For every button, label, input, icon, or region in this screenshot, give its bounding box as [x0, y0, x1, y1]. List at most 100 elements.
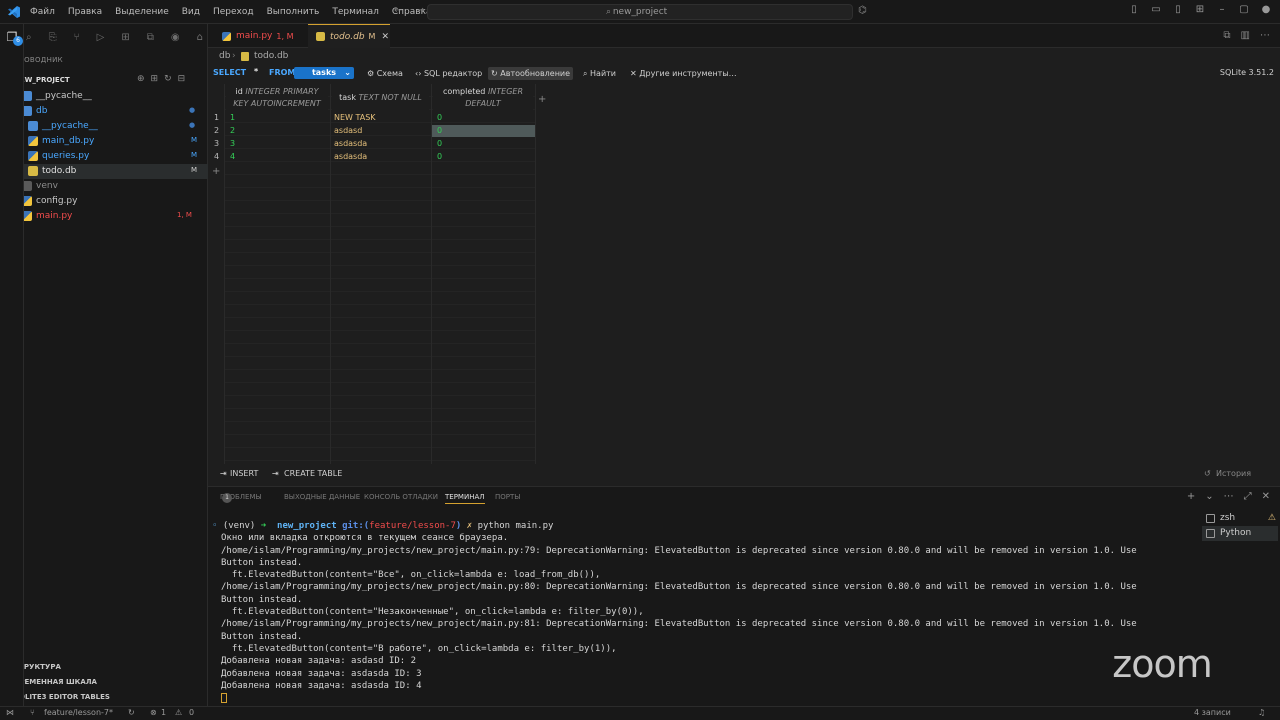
database-icon[interactable]: ◉	[171, 32, 180, 43]
project-root[interactable]: ⌄ NEW_PROJECT ⊕ ⊞ ↻ ⊟	[0, 74, 208, 88]
close-window-icon[interactable]: ●	[1260, 4, 1272, 16]
tab-todo-db[interactable]: todo.db M ✕	[308, 24, 390, 48]
cell-task[interactable]: asdasd	[332, 125, 429, 137]
search-view-icon[interactable]: ⌕	[26, 32, 32, 43]
cell-id[interactable]: 4	[228, 151, 328, 163]
cell-id[interactable]: 3	[228, 138, 328, 150]
new-file-icon[interactable]: ⊕	[137, 74, 145, 84]
grid-divider	[330, 84, 331, 464]
layout-custom-icon[interactable]: ⊞	[1194, 4, 1206, 16]
sql-editor-button[interactable]: ‹› SQL редактор	[412, 67, 485, 80]
source-control-icon[interactable]: ⑂	[74, 32, 80, 43]
tree-item-pycache[interactable]: › __pycache__	[0, 89, 208, 104]
create-table-button[interactable]: CREATE TABLE	[284, 469, 342, 478]
insert-icon[interactable]: ⇥	[220, 469, 227, 478]
tab-output[interactable]: ВЫХОДНЫЕ ДАННЫЕ	[284, 493, 360, 501]
sync-icon[interactable]: ↻	[128, 708, 135, 717]
outline-section[interactable]: СТРУКТУРА	[0, 660, 208, 675]
menu-go[interactable]: Переход	[213, 7, 254, 17]
terminal-item-python[interactable]: Python	[1202, 526, 1278, 541]
tab-debug-console[interactable]: КОНСОЛЬ ОТЛАДКИ	[364, 493, 438, 501]
tab-main-py[interactable]: main.py 1, M	[214, 24, 308, 48]
sqlite-tables-section[interactable]: SQLITE3 EDITOR TABLES	[0, 690, 208, 705]
close-panel-icon[interactable]: ✕	[1262, 491, 1270, 502]
add-column-button[interactable]: +	[538, 94, 546, 105]
more-actions-icon[interactable]: ⋯	[1260, 30, 1270, 41]
tab-ports[interactable]: ПОРТЫ	[495, 493, 520, 501]
terminal-output[interactable]: ◦ (venv) ➜ new_project git:(feature/less…	[212, 520, 1184, 710]
branch-name[interactable]: feature/lesson-7*	[44, 708, 113, 717]
find-button[interactable]: ⌕ Найти	[580, 67, 619, 80]
command-center-search[interactable]: ⌕ new_project	[427, 4, 853, 20]
other-tools-button[interactable]: ✕ Другие инструменты…	[627, 67, 740, 80]
breadcrumb-folder[interactable]: db	[219, 51, 230, 61]
tab-terminal[interactable]: ТЕРМИНАЛ	[445, 493, 485, 504]
compare-icon[interactable]: ⧉	[1223, 30, 1230, 41]
tree-item-db[interactable]: ⌄ db ●	[0, 104, 208, 119]
layout-secondary-icon[interactable]: ▯	[1172, 4, 1184, 16]
tree-item-todo-db[interactable]: todo.db M	[0, 164, 208, 179]
cell-completed-selected[interactable]: 0	[432, 125, 535, 137]
tree-item-db-pycache[interactable]: › __pycache__ ●	[0, 119, 208, 134]
new-folder-icon[interactable]: ⊞	[151, 74, 159, 84]
copilot-icon[interactable]: ⌬	[858, 5, 867, 16]
remote-icon[interactable]: ⧉	[147, 32, 154, 43]
restore-icon[interactable]: ▢	[1238, 4, 1250, 16]
auto-refresh-button[interactable]: ↻ Автообновление	[488, 67, 574, 80]
notifications-icon[interactable]: ♫	[1258, 708, 1265, 717]
menu-file[interactable]: Файл	[30, 7, 55, 17]
refresh-icon[interactable]: ↻	[164, 74, 172, 84]
create-table-icon[interactable]: ⇥	[272, 469, 279, 478]
cell-task[interactable]: asdasda	[332, 151, 429, 163]
run-debug-icon[interactable]: ▷	[97, 32, 105, 43]
layout-sidebar-icon[interactable]: ▯	[1128, 4, 1140, 16]
cell-completed[interactable]: 0	[435, 112, 533, 124]
select-columns[interactable]: *	[254, 67, 258, 76]
split-editor-icon[interactable]: ▥	[1241, 30, 1250, 41]
terminal-item-zsh[interactable]: zsh ⚠	[1202, 511, 1278, 526]
tree-item-main[interactable]: main.py 1, M	[0, 209, 208, 224]
maximize-panel-icon[interactable]: ⤢	[1244, 491, 1252, 502]
table-select[interactable]: tasks ⌄	[294, 67, 354, 79]
error-count[interactable]: 1	[161, 708, 166, 717]
cell-id[interactable]: 1	[228, 112, 328, 124]
timeline-section[interactable]: ВРЕМЕННАЯ ШКАЛА	[0, 675, 208, 690]
python-icon[interactable]: ⌂	[197, 32, 203, 43]
insert-button[interactable]: INSERT	[230, 469, 258, 478]
chevron-down-icon[interactable]: ⌄	[1205, 491, 1213, 502]
extensions-icon[interactable]: ⊞	[121, 32, 129, 43]
sidebar-toolbar: ⌕ ⎘ ⑂ ▷ ⊞ ⧉ ◉ ⌂	[24, 28, 208, 46]
terminal-line: Button instead.	[221, 557, 303, 568]
cell-id[interactable]: 2	[228, 125, 328, 137]
close-tab-icon[interactable]: ✕	[381, 32, 389, 42]
menu-edit[interactable]: Правка	[68, 7, 102, 17]
cell-completed[interactable]: 0	[435, 138, 533, 150]
cell-task[interactable]: NEW TASK	[332, 112, 429, 124]
new-terminal-icon[interactable]: +	[1187, 491, 1195, 502]
menu-run[interactable]: Выполнить	[267, 7, 320, 17]
collapse-all-icon[interactable]: ⊟	[178, 74, 186, 84]
tree-item-venv[interactable]: › venv	[0, 179, 208, 194]
menu-terminal[interactable]: Терминал	[332, 7, 379, 17]
add-row-button[interactable]: +	[212, 166, 220, 177]
schema-button[interactable]: ⚙ Схема	[364, 67, 406, 80]
history-button[interactable]: История	[1216, 469, 1251, 478]
tree-item-config[interactable]: config.py	[0, 194, 208, 209]
explorer-badge: 6	[13, 36, 23, 46]
more-actions-icon[interactable]: ⋯	[1224, 491, 1234, 502]
remote-icon[interactable]: ⋈	[6, 708, 14, 717]
cell-task[interactable]: asdasda	[332, 138, 429, 150]
menu-view[interactable]: Вид	[182, 7, 200, 17]
forward-arrow-icon[interactable]: →	[416, 5, 424, 16]
new-file-icon[interactable]: ⎘	[49, 32, 57, 43]
warning-count[interactable]: 0	[189, 708, 194, 717]
cell-completed[interactable]: 0	[435, 151, 533, 163]
back-arrow-icon[interactable]: ←	[394, 5, 402, 16]
menu-selection[interactable]: Выделение	[115, 7, 169, 17]
tree-item-queries[interactable]: queries.py M	[0, 149, 208, 164]
title-bar: Файл Правка Выделение Вид Переход Выполн…	[0, 0, 1280, 24]
breadcrumb-file[interactable]: todo.db	[254, 51, 288, 61]
minimize-icon[interactable]: –	[1216, 4, 1228, 16]
layout-panel-icon[interactable]: ▭	[1150, 4, 1162, 16]
tree-item-main-db[interactable]: main_db.py M	[0, 134, 208, 149]
